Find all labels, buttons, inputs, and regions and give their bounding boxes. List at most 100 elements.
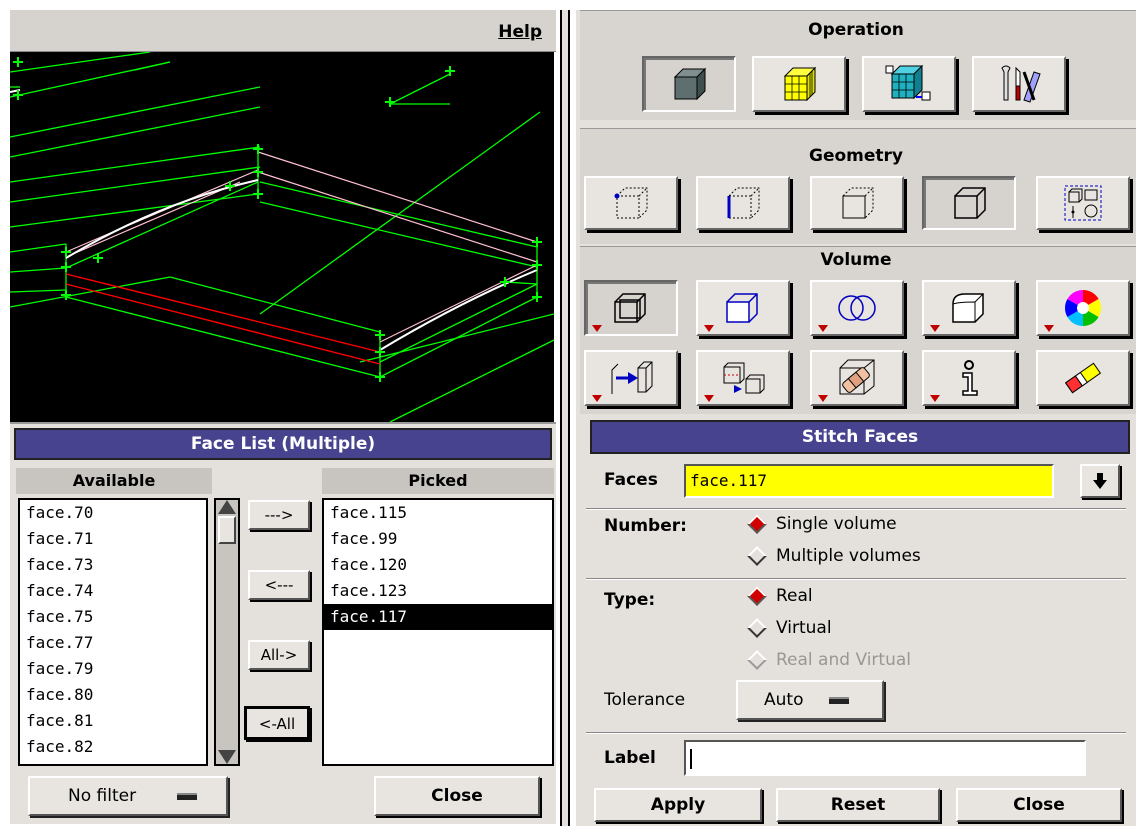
scroll-down-arrow-icon[interactable] [218,750,236,764]
boolean-volume-icon [838,295,876,321]
solid-cube-icon [673,67,707,101]
geometry-volume-button[interactable] [922,176,1016,230]
list-item[interactable]: face.74 [20,578,206,604]
operation-title: Operation [808,20,904,40]
face-list-title: Face List (Multiple) [14,428,552,460]
faces-input-value: face.117 [690,471,768,490]
list-item[interactable]: face.117 [324,604,552,630]
picked-list[interactable]: face.115 face.99 face.120 face.123 face.117 [322,498,554,766]
tolerance-value: Auto [764,690,804,710]
scroll-thumb[interactable] [218,516,236,544]
zones-icon [885,64,931,101]
geometry-title: Geometry [809,146,903,166]
list-item[interactable]: face.70 [20,500,206,526]
volume-color-button[interactable] [1036,280,1130,336]
submenu-indicator-icon [592,395,602,402]
help-menu[interactable]: Help [498,22,542,42]
volume-erase-button[interactable] [1036,350,1130,406]
volume-blend-button[interactable] [922,280,1016,336]
stitch-faces-title: Stitch Faces [590,420,1130,454]
stitch-close-button[interactable]: Close [956,788,1122,822]
submenu-indicator-icon [592,325,602,332]
operation-tools-button[interactable] [972,56,1066,112]
volume-move-button[interactable] [696,280,790,336]
mesh-grid-icon [783,66,817,102]
geometry-vertex-button[interactable] [584,176,678,230]
option-menu-indicator-icon [828,696,849,704]
submenu-indicator-icon [818,325,828,332]
operation-solid-cube-button[interactable] [642,56,736,112]
reset-button[interactable]: Reset [776,788,940,822]
faces-label: Faces [604,470,658,490]
graphics-viewport[interactable] [10,52,554,422]
list-item[interactable]: face.123 [324,578,552,604]
radio-type-real-and-virtual: Real and Virtual [747,650,911,670]
geometry-face-button[interactable] [810,176,904,230]
radio-single-volume[interactable]: Single volume [747,514,897,534]
geometry-edge-button[interactable] [696,176,790,230]
list-item[interactable]: face.71 [20,526,206,552]
separator [586,732,1126,734]
label-input[interactable] [684,740,1086,776]
radio-type-real-label: Real [776,586,813,606]
geometry-group-button[interactable] [1036,176,1130,230]
radio-type-real-and-virtual-label: Real and Virtual [776,650,911,670]
wireframe-model [10,52,554,422]
faces-input[interactable]: face.117 [684,464,1054,498]
group-icon [1064,185,1102,221]
erase-icon [1064,362,1102,394]
list-item[interactable]: face.99 [324,526,552,552]
list-item[interactable]: face.75 [20,604,206,630]
available-scrollbar[interactable] [214,498,240,766]
face-list-close-button[interactable]: Close [374,776,540,816]
faces-pick-list-button[interactable] [1080,464,1120,498]
submenu-indicator-icon [930,325,940,332]
info-icon [962,360,978,396]
submenu-indicator-icon [930,395,940,402]
text-cursor-icon [690,748,692,769]
list-item[interactable]: face.82 [20,734,206,760]
label-label: Label [604,748,656,768]
help-menu-label: Help [498,22,542,42]
volume-split-button[interactable] [584,350,678,406]
list-item[interactable]: face.80 [20,682,206,708]
list-item[interactable]: face.77 [20,630,206,656]
scroll-up-arrow-icon[interactable] [218,500,236,514]
move-left-button[interactable]: <--- [248,570,310,600]
apply-button[interactable]: Apply [594,788,762,822]
volume-create-button[interactable] [584,280,678,336]
radio-multiple-volumes[interactable]: Multiple volumes [747,546,921,566]
radio-type-virtual[interactable]: Virtual [747,618,832,638]
volume-stitch-button[interactable] [810,350,904,406]
tolerance-option-menu[interactable]: Auto [736,680,884,720]
list-item[interactable]: face.73 [20,552,206,578]
list-item[interactable]: face.79 [20,656,206,682]
operation-zones-button[interactable] [862,56,956,112]
submenu-indicator-icon [1044,325,1054,332]
move-right-button[interactable]: ---> [248,500,310,530]
list-item[interactable]: face.120 [324,552,552,578]
move-all-right-button[interactable]: All-> [248,640,310,670]
available-header: Available [16,468,212,494]
face-list-panel: Face List (Multiple) Available Picked fa… [10,422,556,824]
volume-info-button[interactable] [922,350,1016,406]
move-all-left-button[interactable]: <-All [244,706,310,740]
create-volume-icon [614,293,646,323]
radio-on-icon [747,586,767,606]
operation-mesh-button[interactable] [752,56,846,112]
color-wheel-icon [1064,290,1102,326]
volume-boolean-button[interactable] [810,280,904,336]
face-icon [842,187,874,219]
radio-multiple-volumes-label: Multiple volumes [776,546,921,566]
merge-volume-icon [723,362,765,394]
volume-merge-button[interactable] [696,350,790,406]
edge-icon [727,187,760,219]
list-item[interactable]: face.115 [324,500,552,526]
radio-off-icon [747,546,767,566]
filter-option-menu[interactable]: No filter [28,776,228,816]
available-list[interactable]: face.70 face.71 face.73 face.74 face.75 face.… [18,498,208,766]
submenu-indicator-icon [818,395,828,402]
list-item[interactable]: face.81 [20,708,206,734]
radio-type-real[interactable]: Real [747,586,813,606]
pane-divider[interactable] [560,10,570,826]
